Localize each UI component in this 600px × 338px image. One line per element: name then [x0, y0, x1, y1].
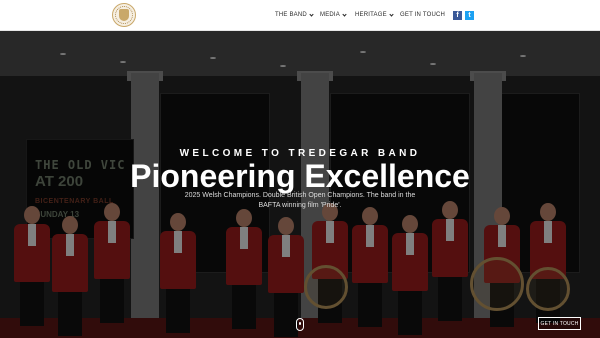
chevron-down-icon — [342, 11, 347, 17]
crest-icon — [119, 9, 129, 21]
nav-heritage[interactable]: HERITAGE — [355, 11, 394, 18]
twitter-icon[interactable]: t — [465, 11, 474, 20]
hero-subtext: 2025 Welsh Champions. Double British Ope… — [184, 192, 416, 209]
logo[interactable] — [112, 3, 136, 27]
site-header: THE BAND MEDIA HERITAGE GET IN TOUCH f t — [0, 0, 600, 31]
nav-media-label: MEDIA — [320, 12, 341, 18]
nav-media[interactable]: MEDIA — [320, 11, 347, 18]
scroll-wheel — [299, 322, 301, 325]
nav-the-band[interactable]: THE BAND — [275, 11, 314, 18]
facebook-glyph: f — [456, 12, 459, 19]
chevron-down-icon — [389, 11, 394, 17]
twitter-glyph: t — [468, 12, 471, 19]
mouse-scroll-icon[interactable] — [296, 318, 304, 331]
hero-headline: Pioneering Excellence — [130, 158, 470, 194]
get-in-touch-button[interactable]: GET IN TOUCH — [538, 317, 581, 330]
facebook-icon[interactable]: f — [453, 11, 462, 20]
hero-section: THE OLD VIC AT 200 BICENTENARY BALL SUND… — [0, 31, 600, 338]
chevron-down-icon — [309, 11, 314, 17]
nav-heritage-label: HERITAGE — [355, 12, 387, 18]
nav-get-in-touch-label: GET IN TOUCH — [400, 12, 446, 18]
nav-the-band-label: THE BAND — [275, 12, 307, 18]
nav-get-in-touch[interactable]: GET IN TOUCH — [400, 12, 445, 18]
